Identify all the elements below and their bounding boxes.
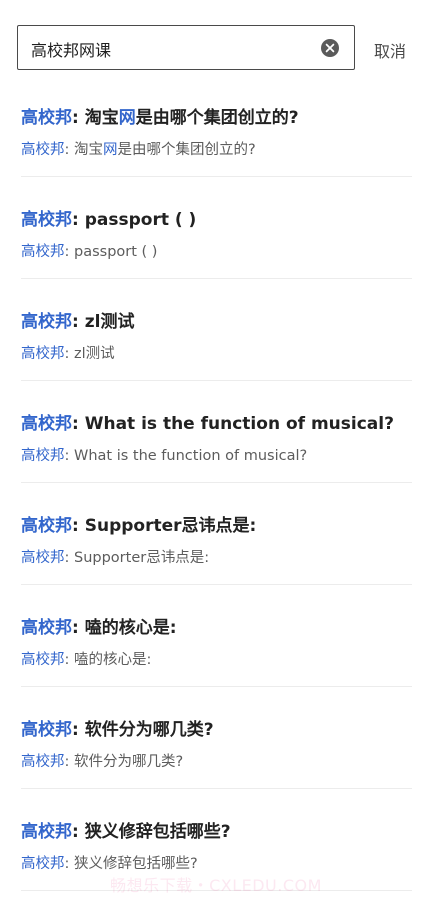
result-subtitle: 高校邦: 淘宝网是由哪个集团创立的? (21, 138, 256, 159)
result-title: 高校邦: Supporter忌讳点是: (21, 511, 256, 536)
search-result-item[interactable]: 高校邦: 软件分为哪几类? 高校邦: 软件分为哪几类? (0, 703, 432, 805)
text-segment: : 嗑的核心是: (72, 618, 177, 638)
divider (21, 176, 412, 177)
highlight-text: 高校邦 (21, 414, 72, 434)
text-segment: : 狭义修辞包括哪些? (64, 856, 198, 872)
highlight-text: 高校邦 (21, 210, 72, 230)
divider (21, 788, 412, 789)
highlight-text: 网 (103, 142, 118, 158)
text-segment: : 软件分为哪几类? (64, 754, 184, 770)
text-segment: 是由哪个集团创立的? (117, 142, 256, 158)
watermark: 畅想乐下载・CXLEDU.COM (110, 876, 322, 895)
divider (21, 278, 412, 279)
highlight-text: 高校邦 (21, 346, 65, 362)
highlight-text: 高校邦 (21, 856, 65, 872)
text-segment: : 狭义修辞包括哪些? (72, 822, 231, 842)
highlight-text: 高校邦 (21, 516, 72, 536)
cancel-button[interactable]: 取消 (374, 38, 406, 62)
text-segment: : passport ( ) (72, 210, 197, 230)
result-title: 高校邦: zl测试 (21, 307, 134, 332)
search-input[interactable]: 高校邦网课 (31, 37, 111, 61)
result-title: 高校邦: 嗑的核心是: (21, 613, 177, 638)
text-segment: : passport ( ) (64, 244, 158, 260)
result-subtitle: 高校邦: zl测试 (21, 342, 115, 363)
highlight-text: 高校邦 (21, 312, 72, 332)
result-subtitle: 高校邦: Supporter忌讳点是: (21, 546, 209, 567)
search-bar[interactable]: 高校邦网课 (17, 25, 355, 70)
highlight-text: 网 (118, 108, 136, 128)
highlight-text: 高校邦 (21, 244, 65, 260)
result-title: 高校邦: 狭义修辞包括哪些? (21, 817, 231, 842)
highlight-text: 高校邦 (21, 448, 65, 464)
text-segment: : 淘宝 (64, 142, 104, 158)
result-subtitle: 高校邦: passport ( ) (21, 240, 157, 261)
result-subtitle: 高校邦: 狭义修辞包括哪些? (21, 852, 198, 873)
highlight-text: 高校邦 (21, 142, 65, 158)
text-segment: : 软件分为哪几类? (72, 720, 214, 740)
search-result-item[interactable]: 高校邦: zl测试 高校邦: zl测试 (0, 295, 432, 397)
text-segment: : What is the function of musical? (64, 448, 308, 464)
highlight-text: 高校邦 (21, 652, 65, 668)
text-segment: 是由哪个集团创立的? (135, 108, 299, 128)
text-segment: : What is the function of musical? (72, 414, 394, 434)
result-title: 高校邦: 淘宝网是由哪个集团创立的? (21, 103, 299, 128)
divider (21, 380, 412, 381)
text-segment: : zl测试 (64, 346, 115, 362)
search-results-list: 高校邦: 淘宝网是由哪个集团创立的? 高校邦: 淘宝网是由哪个集团创立的? 高校邦:… (0, 91, 432, 907)
text-segment: : zl测试 (72, 312, 135, 332)
text-segment: : 淘宝 (72, 108, 119, 128)
text-segment: : Supporter忌讳点是: (72, 516, 257, 536)
highlight-text: 高校邦 (21, 618, 72, 638)
highlight-text: 高校邦 (21, 822, 72, 842)
search-result-item[interactable]: 高校邦: What is the function of musical? 高校邦… (0, 397, 432, 499)
divider (21, 686, 412, 687)
divider (21, 482, 412, 483)
result-title: 高校邦: passport ( ) (21, 205, 196, 230)
highlight-text: 高校邦 (21, 720, 72, 740)
result-title: 高校邦: What is the function of musical? (21, 409, 394, 434)
text-segment: : Supporter忌讳点是: (64, 550, 210, 566)
search-result-item[interactable]: 高校邦: passport ( ) 高校邦: passport ( ) (0, 193, 432, 295)
result-subtitle: 高校邦: 嗑的核心是: (21, 648, 151, 669)
highlight-text: 高校邦 (21, 754, 65, 770)
search-result-item[interactable]: 高校邦: 淘宝网是由哪个集团创立的? 高校邦: 淘宝网是由哪个集团创立的? (0, 91, 432, 193)
result-title: 高校邦: 软件分为哪几类? (21, 715, 214, 740)
search-result-item[interactable]: 高校邦: 嗑的核心是: 高校邦: 嗑的核心是: (0, 601, 432, 703)
divider (21, 584, 412, 585)
result-subtitle: 高校邦: 软件分为哪几类? (21, 750, 183, 771)
highlight-text: 高校邦 (21, 550, 65, 566)
result-subtitle: 高校邦: What is the function of musical? (21, 444, 307, 465)
search-result-item[interactable]: 高校邦: Supporter忌讳点是: 高校邦: Supporter忌讳点是: (0, 499, 432, 601)
text-segment: : 嗑的核心是: (64, 652, 152, 668)
clear-icon[interactable] (321, 39, 339, 57)
highlight-text: 高校邦 (21, 108, 72, 128)
